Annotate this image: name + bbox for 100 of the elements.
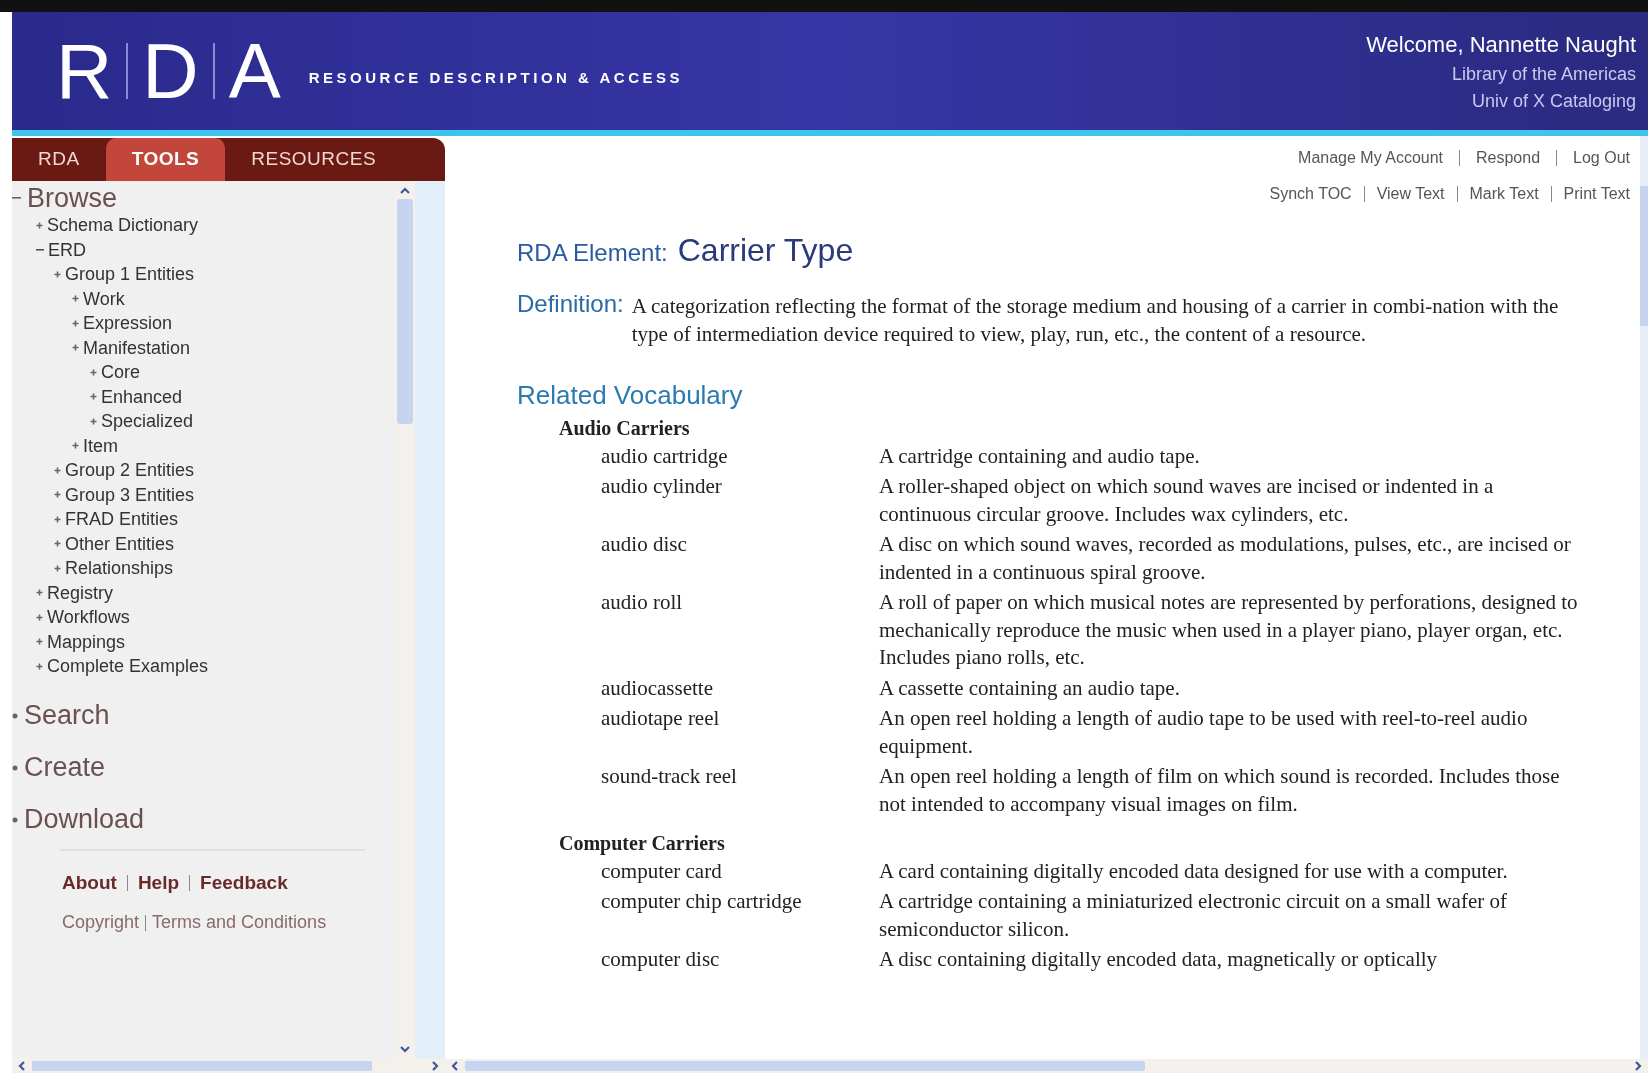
term-cell-text: audio roll (600, 589, 684, 616)
account-link[interactable]: Respond (1476, 146, 1541, 170)
nav-tab[interactable]: RDA (12, 138, 106, 181)
section-link[interactable]: Download (24, 806, 145, 833)
plus-icon[interactable] (54, 515, 61, 523)
scroll-right-icon[interactable] (429, 1060, 441, 1072)
plus-icon[interactable] (72, 344, 79, 352)
plus-icon[interactable] (36, 221, 43, 229)
scrollbar-thumb[interactable] (32, 1061, 372, 1071)
plus-icon[interactable] (54, 564, 61, 572)
tree-item[interactable]: Workflows (47, 608, 130, 627)
bullet-icon[interactable] (12, 712, 18, 719)
bullet-icon[interactable] (12, 764, 18, 771)
logo-tagline: RESOURCE DESCRIPTION & ACCESS (308, 67, 684, 88)
section-link[interactable]: Create (24, 754, 106, 781)
logo-letter: D (142, 32, 199, 110)
section-link[interactable]: Browse (27, 184, 118, 212)
term-cell-text: computer card (600, 857, 723, 885)
tree-item[interactable]: Specialized (101, 412, 194, 431)
tree-item[interactable]: Group 2 Entities (65, 461, 195, 480)
footer-link[interactable]: Help (137, 868, 180, 897)
scrollbar-thumb[interactable] (397, 199, 413, 424)
plus-icon[interactable] (36, 638, 43, 646)
definition-cell-text: A disc on which sound waves, recorded as modulations, pulses, etc., are incised or indented in a continuous spiral groove. (879, 531, 1572, 586)
plus-icon[interactable] (54, 540, 61, 548)
element-label: RDA Element: (517, 238, 668, 268)
plus-icon[interactable] (72, 295, 79, 303)
organization-text: Univ of X Cataloging (1471, 90, 1636, 113)
tree-item[interactable]: Group 1 Entities (65, 265, 195, 284)
bullet-icon[interactable] (12, 816, 18, 823)
scroll-right-icon[interactable] (1632, 1060, 1644, 1072)
tree-item[interactable]: FRAD Entities (65, 510, 179, 529)
plus-icon[interactable] (72, 442, 79, 450)
tree-item[interactable]: Mappings (47, 632, 126, 651)
scrollbar-thumb[interactable] (465, 1061, 1145, 1071)
tree-item[interactable]: Relationships (65, 559, 174, 578)
tree-item[interactable]: ERD (48, 240, 86, 259)
tree-item[interactable]: Enhanced (101, 387, 183, 406)
tree-item[interactable]: Complete Examples (47, 657, 209, 676)
definition-cell-text: A cartridge containing and audio tape. (879, 442, 1201, 470)
text-tool-link[interactable]: View Text (1376, 182, 1445, 206)
term-cell-text: audiotape reel (600, 705, 721, 732)
tree-item[interactable]: Other Entities (65, 534, 175, 553)
tree-item[interactable]: Item (83, 436, 118, 455)
term-cell-text: computer chip cartridge (600, 888, 803, 915)
scroll-left-icon[interactable] (449, 1060, 461, 1072)
plus-icon[interactable] (90, 393, 97, 401)
legal-link[interactable]: Copyright (62, 909, 140, 936)
definition-cell-text: A cassette containing an audio tape. (879, 674, 1181, 702)
plus-icon[interactable] (72, 319, 79, 327)
term-cell-text: audio disc (600, 531, 688, 558)
term-cell-text: audiocassette (600, 674, 714, 702)
scrollbar[interactable] (395, 181, 415, 1059)
text-tool-link[interactable]: Mark Text (1469, 182, 1539, 206)
definition-cell-text: A roller-shaped object on which sound waves are incised or indented in a continuous circular groove. Includes wax cylinders, etc. (879, 473, 1495, 528)
tree-item[interactable]: Work (83, 289, 125, 308)
tree-item[interactable]: Group 3 Entities (65, 485, 195, 504)
logo-letter: A (228, 32, 281, 110)
footer-link[interactable]: Feedback (200, 868, 288, 897)
tree-item[interactable]: Core (101, 363, 140, 382)
plus-icon[interactable] (36, 662, 43, 670)
text-tool-link[interactable]: Print Text (1563, 182, 1630, 206)
definition-cell-text: A cartridge containing a miniaturized electronic circuit on a small wafer of semiconductor silicon. (879, 888, 1508, 943)
scrollbar-thumb[interactable] (1640, 186, 1648, 326)
account-link[interactable]: Log Out (1573, 146, 1630, 170)
tree-item[interactable]: Registry (47, 583, 113, 602)
logo-divider (212, 43, 215, 99)
term-cell-text: audio cylinder (600, 473, 723, 500)
plus-icon[interactable] (36, 613, 43, 621)
definition-cell-text: An open reel holding a length of film on which sound is recorded. Includes those not intended to accompany visual images on film. (879, 763, 1561, 818)
definition-cell-text: A card containing digitally encoded data designed for use with a computer. (879, 857, 1509, 885)
welcome-text: Welcome, Nannette Naught (1366, 31, 1636, 59)
definition-cell-text: A roll of paper on which musical notes are represented by perforations, designed to mechanically reproduce the music when used in a player piano, player organ, etc. Includes piano rolls, etc. (879, 589, 1579, 671)
scrollbar[interactable] (1640, 136, 1648, 1059)
scroll-down-icon[interactable] (399, 1043, 411, 1055)
legal-link[interactable]: Terms and Conditions (152, 909, 327, 936)
logo-divider (126, 43, 129, 99)
tree-item[interactable]: Schema Dictionary (47, 216, 199, 235)
plus-icon[interactable] (36, 589, 43, 597)
definition-text: A categorization reflecting the format of the storage medium and housing of a carrier in combi-nation with the type of intermediation device required to view, play, run, etc., the content of a resource. (631, 293, 1560, 348)
term-cell-text: computer disc (600, 946, 721, 973)
text-tool-link[interactable]: Synch TOC (1269, 182, 1352, 206)
plus-icon[interactable] (54, 491, 61, 499)
definition-cell-text: A disc containing digitally encoded data, magnetically or optically (879, 946, 1439, 973)
minus-icon[interactable] (12, 194, 21, 202)
element-title: Carrier Type (677, 231, 854, 270)
account-link[interactable]: Manage My Account (1298, 146, 1443, 170)
footer-link[interactable]: About (62, 868, 117, 897)
tree-item[interactable]: Expression (83, 314, 173, 333)
section-link[interactable]: Search (24, 702, 110, 729)
nav-tab[interactable]: TOOLS (105, 138, 226, 181)
plus-icon[interactable] (90, 417, 97, 425)
tree-item[interactable]: Manifestation (83, 338, 191, 357)
term-cell-text: sound-track reel (600, 763, 738, 790)
plus-icon[interactable] (54, 270, 61, 278)
scroll-left-icon[interactable] (16, 1060, 28, 1072)
nav-tab[interactable]: RESOURCES (225, 138, 403, 181)
definition-cell-text: An open reel holding a length of audio tape to be used with reel-to-reel audio equipment. (879, 705, 1529, 760)
plus-icon[interactable] (90, 368, 97, 376)
plus-icon[interactable] (54, 466, 61, 474)
